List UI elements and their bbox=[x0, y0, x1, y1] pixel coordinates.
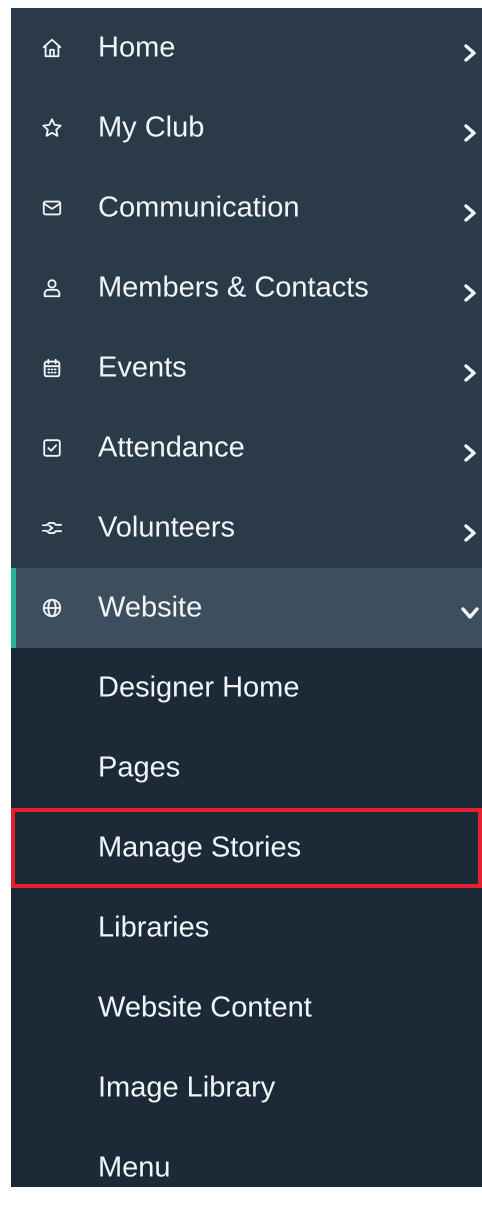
sidebar-item-label: My Club bbox=[98, 111, 205, 144]
sidebar-item-events[interactable]: Events bbox=[11, 328, 482, 408]
star-icon bbox=[40, 116, 64, 140]
submenu-item-label: Website Content bbox=[98, 991, 312, 1024]
sidebar-item-label: Home bbox=[98, 31, 176, 64]
chevron-right-icon bbox=[460, 278, 480, 302]
submenu-item-pages[interactable]: Pages bbox=[11, 728, 482, 808]
envelope-icon bbox=[40, 196, 64, 220]
submenu-item-label: Image Library bbox=[98, 1071, 276, 1104]
sidebar-item-volunteers[interactable]: Volunteers bbox=[11, 488, 482, 568]
submenu-item-label: Pages bbox=[98, 751, 181, 784]
chevron-right-icon bbox=[460, 358, 480, 382]
sidebar-item-label: Events bbox=[98, 351, 187, 384]
sidebar-item-label: Communication bbox=[98, 191, 300, 224]
handshake-icon bbox=[40, 516, 64, 540]
submenu-item-label: Manage Stories bbox=[98, 831, 302, 864]
sidebar-item-communication[interactable]: Communication bbox=[11, 168, 482, 248]
sidebar-item-label: Volunteers bbox=[98, 511, 236, 544]
sidebar-item-my-club[interactable]: My Club bbox=[11, 88, 482, 168]
home-icon bbox=[40, 36, 64, 60]
globe-icon bbox=[40, 596, 64, 620]
submenu-item-menu[interactable]: Menu bbox=[11, 1128, 482, 1208]
sidebar-item-members-contacts[interactable]: Members & Contacts bbox=[11, 248, 482, 328]
submenu-item-label: Designer Home bbox=[98, 671, 300, 704]
submenu-item-designer-home[interactable]: Designer Home bbox=[11, 648, 482, 728]
chevron-right-icon bbox=[460, 118, 480, 142]
submenu-item-label: Libraries bbox=[98, 911, 210, 944]
sidebar-item-label: Website bbox=[98, 591, 203, 624]
chevron-right-icon bbox=[460, 518, 480, 542]
submenu-item-label: Menu bbox=[98, 1151, 171, 1184]
calendar-icon bbox=[40, 356, 64, 380]
submenu-item-website-content[interactable]: Website Content bbox=[11, 968, 482, 1048]
checkbox-icon bbox=[40, 436, 64, 460]
submenu-item-manage-stories[interactable]: Manage Stories bbox=[11, 808, 482, 888]
chevron-right-icon bbox=[460, 38, 480, 62]
sidebar-item-label: Attendance bbox=[98, 431, 245, 464]
submenu-item-image-library[interactable]: Image Library bbox=[11, 1048, 482, 1128]
user-icon bbox=[40, 276, 64, 300]
chevron-right-icon bbox=[460, 438, 480, 462]
sidebar-nav: Home My Club Communication Members & Con… bbox=[11, 8, 482, 1187]
sidebar-item-attendance[interactable]: Attendance bbox=[11, 408, 482, 488]
sidebar-item-label: Members & Contacts bbox=[98, 271, 369, 304]
website-submenu: Designer Home Pages Manage Stories Libra… bbox=[11, 648, 482, 1187]
chevron-down-icon bbox=[460, 598, 480, 619]
chevron-right-icon bbox=[460, 198, 480, 222]
sidebar-item-home[interactable]: Home bbox=[11, 8, 482, 88]
submenu-item-libraries[interactable]: Libraries bbox=[11, 888, 482, 968]
sidebar-item-website[interactable]: Website bbox=[11, 568, 482, 648]
